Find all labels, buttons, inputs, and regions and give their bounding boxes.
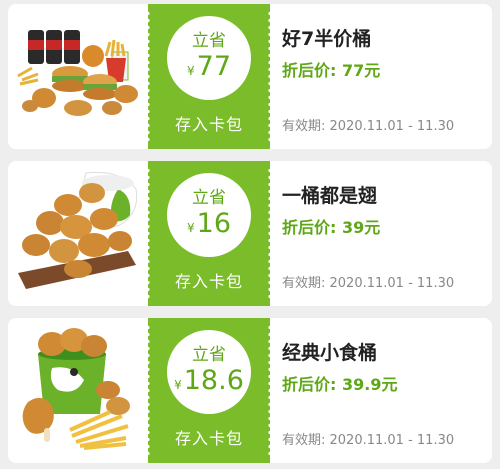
coupon-stub: 立省 ¥ 77 存入卡包 bbox=[146, 4, 272, 149]
coupon-stub: 立省 ¥ 16 存入卡包 bbox=[146, 161, 272, 306]
discounted-price: 折后价: 77元 bbox=[282, 61, 381, 80]
savings-label: 立省 bbox=[192, 345, 226, 365]
currency-symbol: ¥ bbox=[174, 378, 182, 392]
savings-amount: ¥ 77 bbox=[187, 52, 231, 86]
wings-bucket-icon bbox=[8, 161, 148, 306]
discounted-price: 折后价: 39元 bbox=[282, 218, 381, 237]
savings-label: 立省 bbox=[192, 188, 226, 208]
coupon-card[interactable]: 立省 ¥ 18.6 存入卡包 经典小食桶 折后价: 39.9元 有效期: 202… bbox=[8, 318, 492, 463]
savings-badge: 立省 ¥ 16 bbox=[167, 173, 251, 257]
savings-label: 立省 bbox=[192, 31, 226, 51]
coupon-info: 经典小食桶 折后价: 39.9元 有效期: 2020.11.01 - 11.30 bbox=[282, 318, 484, 463]
save-to-wallet-button[interactable]: 存入卡包 bbox=[148, 425, 270, 449]
validity-period: 有效期: 2020.11.01 - 11.30 bbox=[282, 433, 455, 448]
coupon-name: 一桶都是翅 bbox=[282, 185, 378, 207]
savings-value: 77 bbox=[196, 51, 231, 82]
currency-symbol: ¥ bbox=[187, 64, 195, 78]
discounted-price: 折后价: 39.9元 bbox=[282, 375, 398, 394]
snack-bucket-icon bbox=[8, 318, 148, 463]
savings-badge: 立省 ¥ 18.6 bbox=[167, 330, 251, 414]
coupon-info: 一桶都是翅 折后价: 39元 有效期: 2020.11.01 - 11.30 bbox=[282, 161, 484, 306]
savings-amount: ¥ 16 bbox=[187, 209, 231, 243]
validity-period: 有效期: 2020.11.01 - 11.30 bbox=[282, 276, 455, 291]
coupon-card[interactable]: 立省 ¥ 16 存入卡包 一桶都是翅 折后价: 39元 有效期: 2020.11… bbox=[8, 161, 492, 306]
coupon-stub: 立省 ¥ 18.6 存入卡包 bbox=[146, 318, 272, 463]
save-to-wallet-button[interactable]: 存入卡包 bbox=[148, 111, 270, 135]
family-meal-icon bbox=[8, 4, 148, 149]
coupon-info: 好7半价桶 折后价: 77元 有效期: 2020.11.01 - 11.30 bbox=[282, 4, 484, 149]
coupon-list: 立省 ¥ 77 存入卡包 好7半价桶 折后价: 77元 有效期: 2020.11… bbox=[0, 0, 500, 469]
coupon-name: 好7半价桶 bbox=[282, 28, 372, 50]
coupon-card[interactable]: 立省 ¥ 77 存入卡包 好7半价桶 折后价: 77元 有效期: 2020.11… bbox=[8, 4, 492, 149]
savings-value: 16 bbox=[196, 208, 231, 239]
savings-badge: 立省 ¥ 77 bbox=[167, 16, 251, 100]
savings-amount: ¥ 18.6 bbox=[174, 366, 244, 400]
currency-symbol: ¥ bbox=[187, 221, 195, 235]
coupon-name: 经典小食桶 bbox=[282, 342, 378, 364]
save-to-wallet-button[interactable]: 存入卡包 bbox=[148, 268, 270, 292]
savings-value: 18.6 bbox=[183, 365, 244, 396]
validity-period: 有效期: 2020.11.01 - 11.30 bbox=[282, 119, 455, 134]
